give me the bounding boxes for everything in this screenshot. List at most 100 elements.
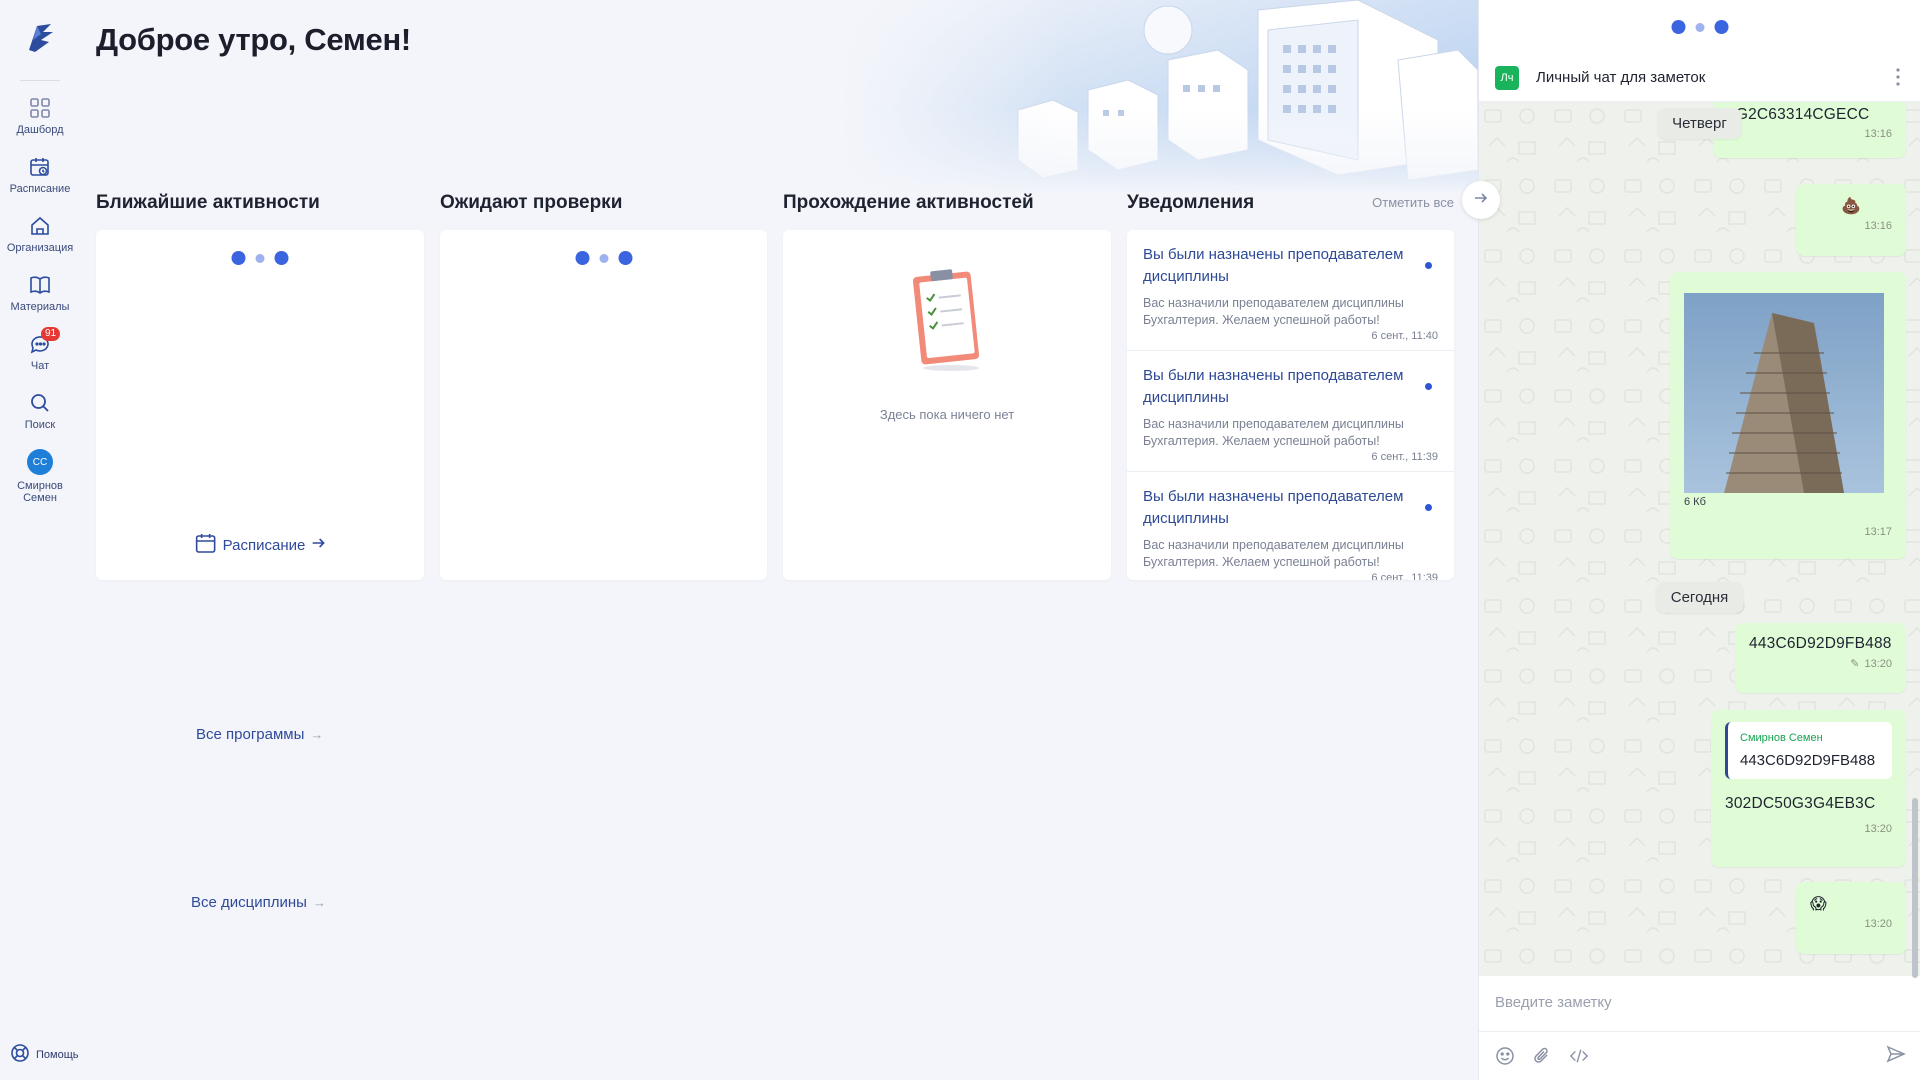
- message-bubble[interactable]: 443C6D92D9FB488 ✎ 13:20: [1735, 623, 1906, 693]
- poop-emoji-icon: 💩: [1840, 198, 1862, 215]
- unread-dot: [1425, 262, 1432, 269]
- emoji-icon[interactable]: [1495, 1046, 1515, 1066]
- pencil-icon: ✎: [1850, 658, 1860, 670]
- all-programs-link[interactable]: Все программы →: [196, 726, 323, 743]
- chat-scrollbar[interactable]: [1912, 798, 1918, 978]
- arrow-right-icon: [1473, 190, 1489, 211]
- help-label: Помощь: [36, 1048, 79, 1061]
- chat-panel: Лч Личный чат для заметок 9G2C63314CGECC…: [1478, 0, 1920, 1080]
- upcoming-title: Ближайшие активности: [96, 192, 320, 213]
- sidebar: Дашборд Расписание Организация Материалы…: [0, 0, 80, 1080]
- send-icon[interactable]: [1886, 1044, 1906, 1069]
- sidebar-item-profile[interactable]: СС Смирнов Семен: [0, 449, 80, 504]
- sidebar-item-label: Чат: [30, 360, 50, 372]
- code-icon[interactable]: [1569, 1046, 1589, 1066]
- arrow-right-icon: →: [312, 895, 326, 910]
- sidebar-item-schedule[interactable]: Расписание: [0, 154, 80, 195]
- attached-photo[interactable]: [1684, 293, 1884, 493]
- paperclip-icon[interactable]: [1532, 1046, 1552, 1066]
- notification-title: Вы были назначены преподавателем дисципл…: [1143, 246, 1404, 285]
- notification-text: Вас назначили преподавателем дисциплины …: [1143, 417, 1404, 448]
- page-title: Доброе утро, Семен!: [96, 22, 411, 57]
- avatar: СС: [27, 449, 53, 475]
- notification-title: Вы были назначены преподавателем дисципл…: [1143, 488, 1404, 527]
- schedule-link[interactable]: Расписание: [195, 532, 326, 558]
- image-message[interactable]: 6 Кб 13:17: [1670, 272, 1906, 559]
- app-logo[interactable]: [22, 18, 58, 58]
- help-button[interactable]: Помощь: [10, 1043, 79, 1066]
- loading-spinner: [575, 251, 632, 265]
- loading-spinner: [231, 251, 289, 265]
- notification-item[interactable]: Вы были назначены преподавателем дисципл…: [1127, 351, 1454, 472]
- unread-dot: [1425, 383, 1432, 390]
- notification-text: Вас назначили преподавателем дисциплины …: [1143, 538, 1404, 569]
- message-time: 13:20: [1864, 918, 1892, 930]
- day-separator: Четверг: [1657, 108, 1742, 139]
- message-bubble[interactable]: 💩 13:16: [1796, 184, 1906, 256]
- chat-title: Личный чат для заметок: [1536, 69, 1706, 86]
- sidebar-item-search[interactable]: Поиск: [0, 390, 80, 431]
- sidebar-item-dashboard[interactable]: Дашборд: [0, 95, 80, 136]
- hero-illustration: [838, 0, 1478, 195]
- notification-text: Вас назначили преподавателем дисциплины …: [1143, 296, 1404, 327]
- user-name-first: Смирнов: [17, 480, 63, 492]
- sidebar-item-chat[interactable]: 91 Чат: [0, 327, 80, 372]
- attachment-size: 6 Кб: [1684, 496, 1706, 508]
- chat-avatar: Лч: [1495, 65, 1519, 90]
- chat-header: Лч Личный чат для заметок: [1479, 54, 1920, 102]
- notification-item[interactable]: Вы были назначены преподавателем дисципл…: [1127, 472, 1454, 580]
- notification-item[interactable]: Вы были назначены преподавателем дисципл…: [1127, 230, 1454, 351]
- calendar-icon: [195, 532, 217, 558]
- notifications-list: Вы были назначены преподавателем дисципл…: [1127, 230, 1454, 580]
- review-card: [440, 230, 767, 580]
- message-text: 443C6D92D9FB488: [1749, 635, 1892, 652]
- arrow-right-icon: [311, 536, 325, 554]
- user-name-second: Семен: [23, 492, 57, 504]
- more-vertical-icon[interactable]: [1896, 68, 1900, 91]
- notification-time: 6 сент., 11:40: [1371, 330, 1438, 342]
- home-icon: [27, 213, 53, 239]
- all-programs-label: Все программы: [196, 726, 305, 743]
- reply-message[interactable]: Смирнов Семен 443C6D92D9FB488 302DC50G3G…: [1711, 710, 1906, 867]
- arrow-right-icon: →: [310, 727, 324, 742]
- sidebar-item-label: Дашборд: [16, 124, 64, 136]
- sidebar-item-organization[interactable]: Организация: [0, 213, 80, 254]
- chat-messages[interactable]: 9G2C63314CGECC 13:16 Четверг 💩 13:16 6 К…: [1479, 102, 1920, 976]
- composer-toolbar: [1479, 1032, 1920, 1080]
- empty-state: Здесь пока ничего нет: [783, 266, 1111, 422]
- chat-unread-badge: 91: [41, 327, 61, 341]
- loading-spinner: [1671, 20, 1728, 34]
- message-time: 13:17: [1864, 526, 1892, 538]
- message-bubble[interactable]: 😱 13:20: [1796, 882, 1906, 954]
- calendar-clock-icon: [27, 154, 53, 180]
- unread-dot: [1425, 504, 1432, 511]
- progress-card: Здесь пока ничего нет: [783, 230, 1111, 580]
- all-disciplines-link[interactable]: Все дисциплины →: [191, 894, 326, 911]
- reply-text: 443C6D92D9FB488: [1740, 752, 1876, 769]
- scream-emoji-icon: 😱: [1810, 896, 1827, 913]
- book-icon: [27, 272, 53, 298]
- note-input[interactable]: Введите заметку: [1479, 976, 1920, 1032]
- schedule-link-label: Расписание: [222, 536, 306, 554]
- notification-time: 6 сент., 11:39: [1371, 451, 1438, 463]
- dashboard-main: Доброе утро, Семен! Ближайшие активности…: [80, 0, 1478, 1080]
- collapse-chat-button[interactable]: [1462, 181, 1500, 219]
- notifications-card: Вы были назначены преподавателем дисципл…: [1127, 230, 1454, 580]
- message-time: 13:16: [1864, 128, 1892, 140]
- lifebuoy-icon: [10, 1043, 30, 1066]
- quoted-reply[interactable]: Смирнов Семен 443C6D92D9FB488: [1725, 722, 1892, 779]
- reply-author: Смирнов Семен: [1740, 732, 1823, 744]
- sidebar-item-materials[interactable]: Материалы: [0, 272, 80, 313]
- message-bubble[interactable]: 9G2C63314CGECC 13:16: [1713, 102, 1906, 158]
- notification-title: Вы были назначены преподавателем дисципл…: [1143, 367, 1404, 406]
- notification-time: 6 сент., 11:39: [1371, 572, 1438, 580]
- mark-all-read-button[interactable]: Отметить все: [1372, 195, 1454, 210]
- sidebar-item-label: Расписание: [9, 183, 71, 195]
- sidebar-item-label: Материалы: [10, 301, 70, 313]
- message-time: 13:20: [1864, 658, 1892, 670]
- day-separator: Сегодня: [1655, 582, 1744, 613]
- upcoming-card: Расписание: [96, 230, 424, 580]
- user-name: Смирнов Семен: [17, 480, 63, 504]
- message-time: 13:16: [1864, 220, 1892, 232]
- all-disciplines-label: Все дисциплины: [191, 894, 307, 911]
